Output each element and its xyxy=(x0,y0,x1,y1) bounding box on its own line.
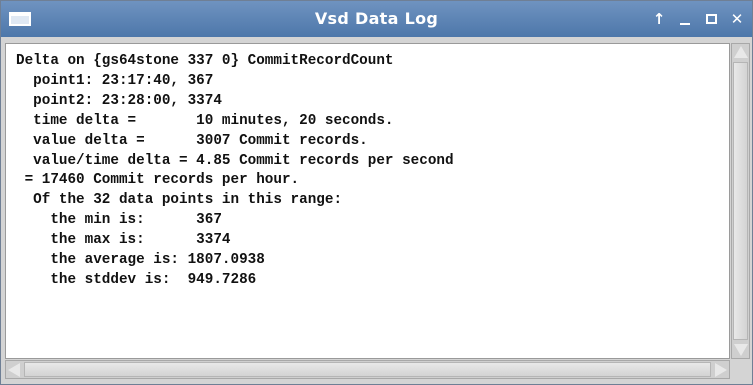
log-line: value delta = 3007 Commit records. xyxy=(16,132,368,149)
window-title: Vsd Data Log xyxy=(314,9,439,28)
log-line: Delta on {gs64stone 337 0} CommitRecordC… xyxy=(16,53,394,69)
log-line: Of the 32 data points in this range: xyxy=(16,192,343,209)
log-text: Delta on {gs64stone 337 0} CommitRecordC… xyxy=(16,52,454,291)
scroll-right-icon[interactable] xyxy=(715,363,727,377)
window-controls: ↑ ✕ xyxy=(646,1,750,37)
title-bar[interactable]: Vsd Data Log ↑ ✕ xyxy=(1,1,752,37)
log-line: point1: 23:17:40, 367 xyxy=(16,72,214,89)
vertical-scroll-thumb[interactable] xyxy=(733,62,748,340)
log-line: time delta = 10 minutes, 20 seconds. xyxy=(16,112,394,129)
maximize-button[interactable] xyxy=(698,1,724,37)
minimize-button[interactable] xyxy=(672,1,698,37)
horizontal-scrollbar[interactable] xyxy=(5,360,730,379)
log-line: the max is: 3374 xyxy=(16,232,231,249)
log-line: the stddev is: 949.7286 xyxy=(16,271,257,288)
horizontal-scroll-thumb[interactable] xyxy=(24,362,711,377)
log-line: value/time delta = 4.85 Commit records p… xyxy=(16,152,454,169)
log-text-area[interactable]: Delta on {gs64stone 337 0} CommitRecordC… xyxy=(5,43,730,359)
vertical-scrollbar[interactable] xyxy=(731,43,750,359)
log-line: = 17460 Commit records per hour. xyxy=(16,172,300,189)
scroll-up-icon[interactable] xyxy=(734,46,748,58)
vsd-data-log-window: Vsd Data Log ↑ ✕ Delta on {gs64stone 337… xyxy=(0,0,753,385)
scroll-left-icon[interactable] xyxy=(8,363,20,377)
log-panel: Delta on {gs64stone 337 0} CommitRecordC… xyxy=(5,43,750,383)
log-line: the average is: 1807.0938 xyxy=(16,252,265,269)
log-line: the min is: 367 xyxy=(16,212,222,229)
maximize-icon xyxy=(705,13,717,24)
up-arrow-icon[interactable]: ↑ xyxy=(646,1,672,37)
close-button[interactable]: ✕ xyxy=(724,1,750,37)
scrollbar-corner xyxy=(731,360,750,379)
log-line: point2: 23:28:00, 3374 xyxy=(16,92,222,109)
scroll-down-icon[interactable] xyxy=(734,344,748,356)
minimize-icon xyxy=(680,22,690,25)
